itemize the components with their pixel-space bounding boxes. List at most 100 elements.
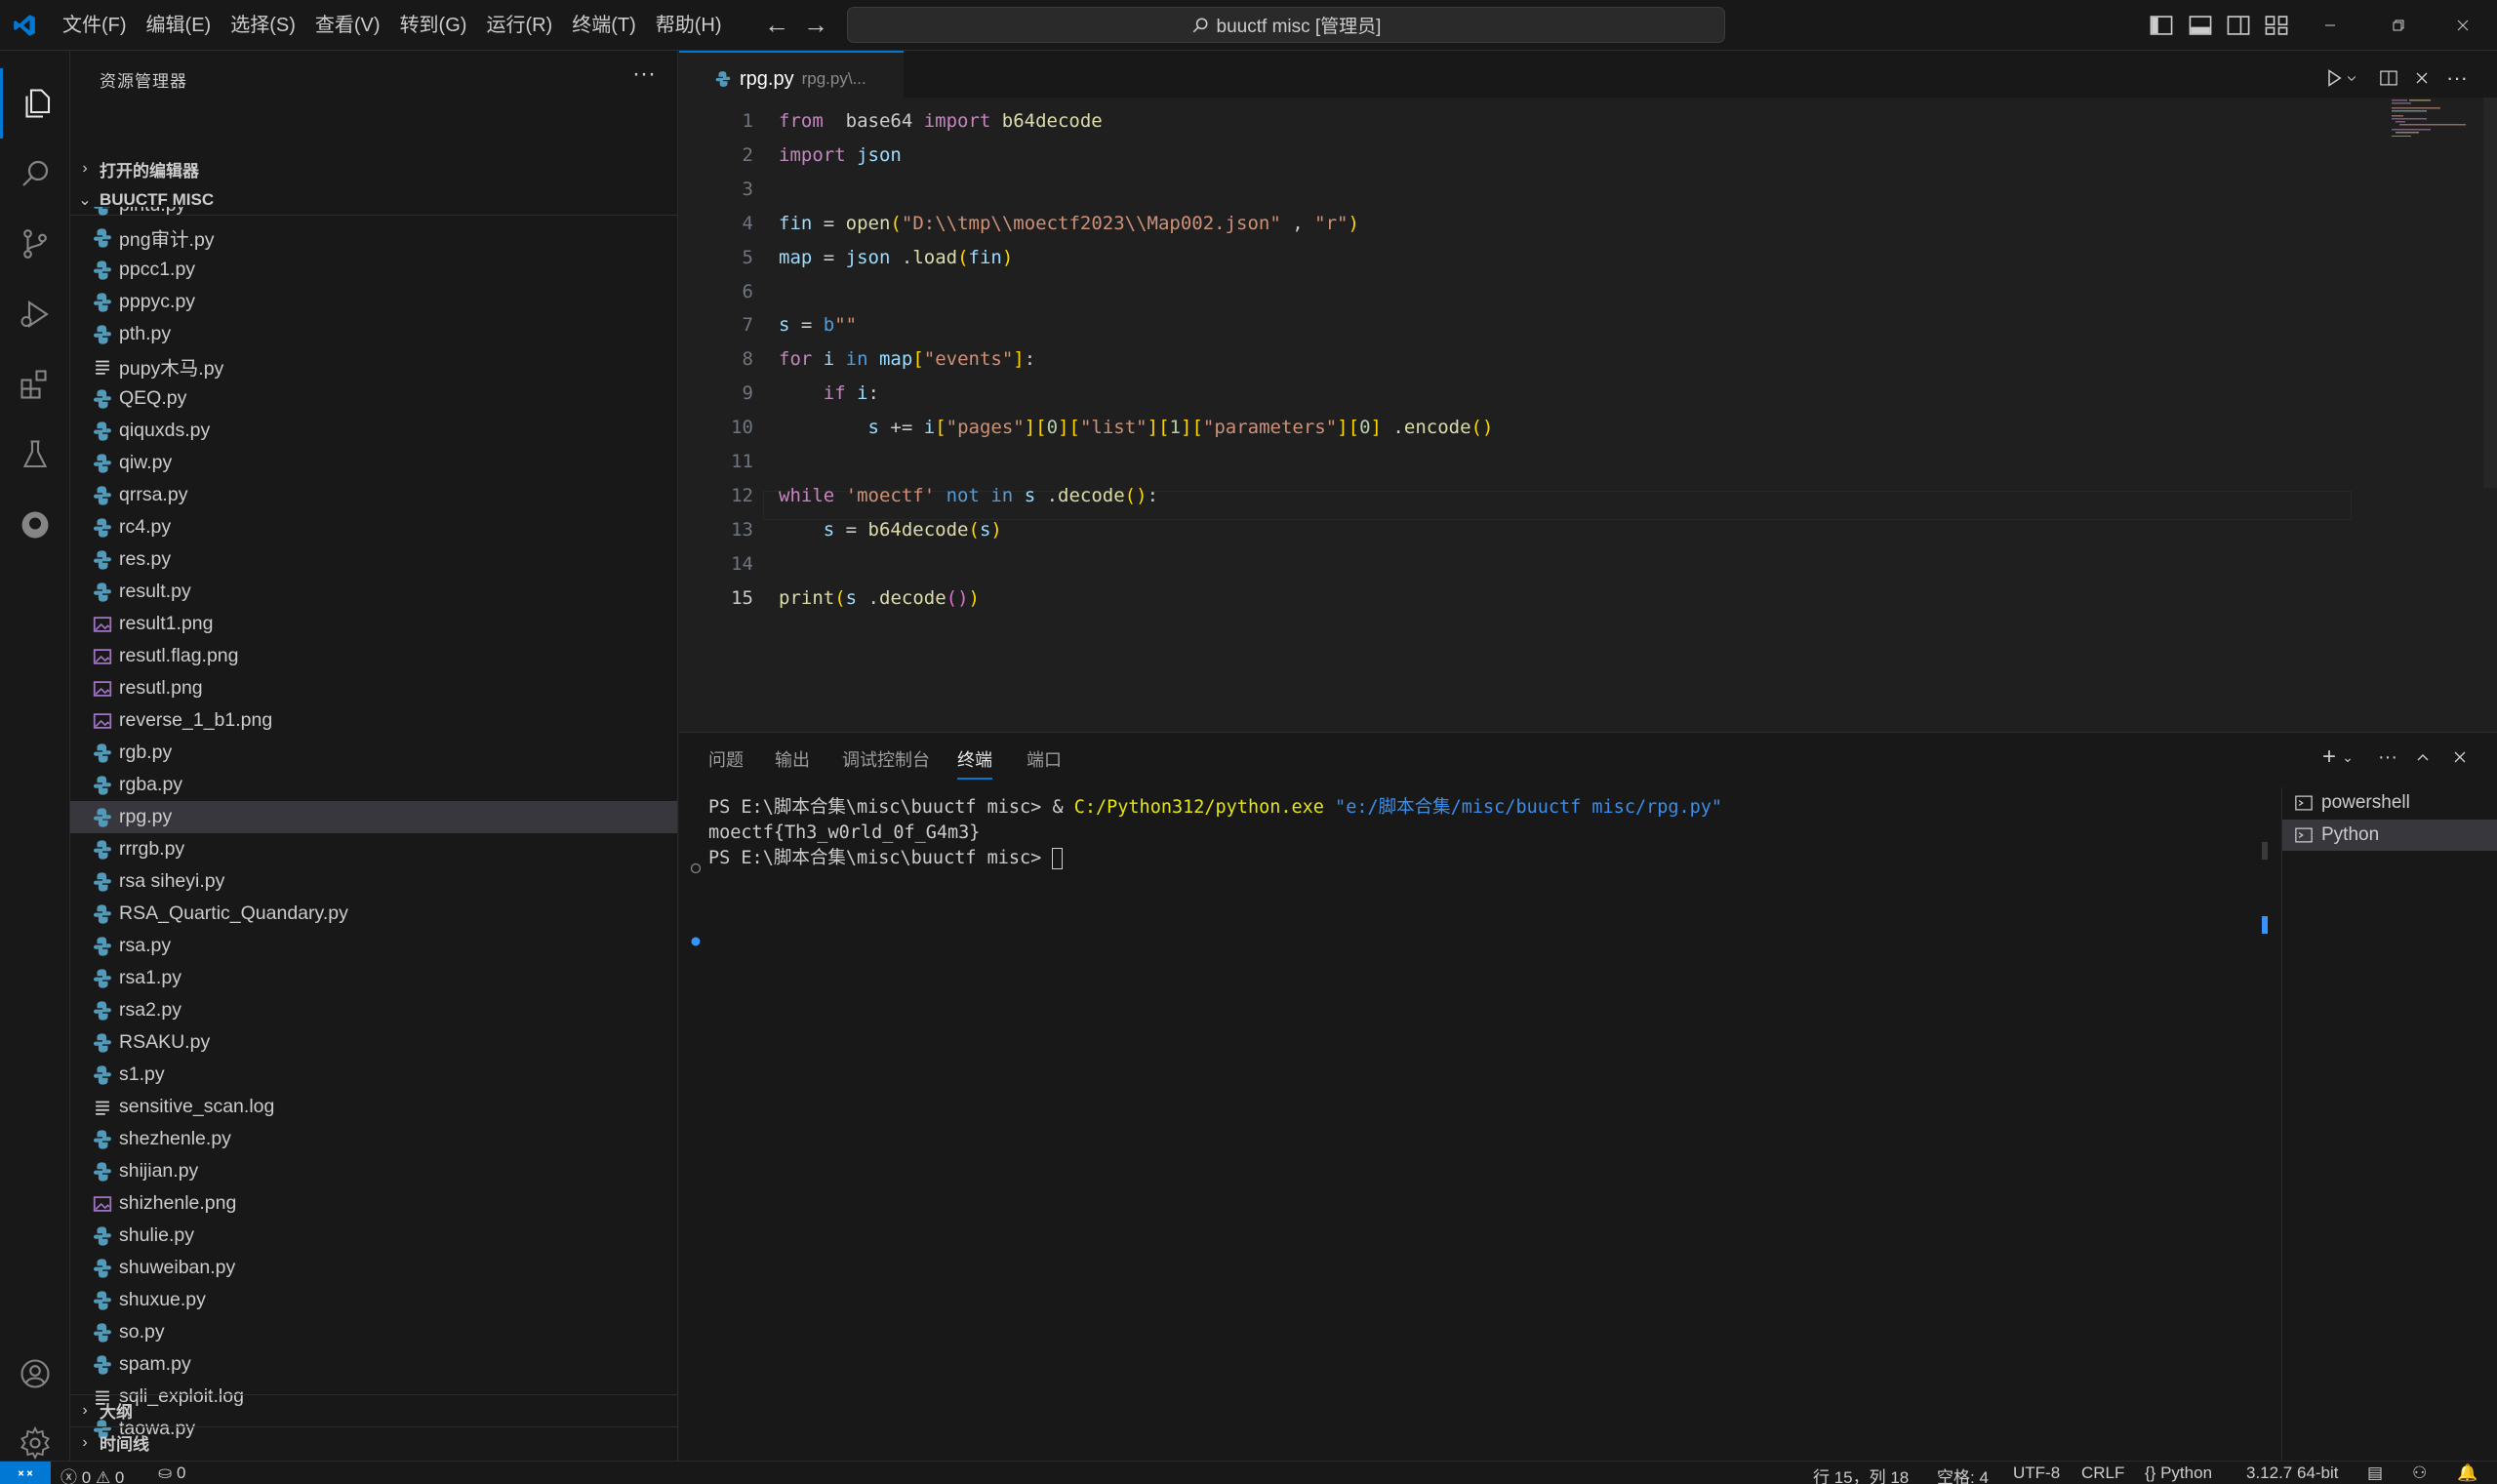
menu-view[interactable]: 查看(V) [305, 8, 390, 43]
close-window-button[interactable] [2429, 0, 2497, 51]
file-item[interactable]: rsa siheyi.py [70, 865, 677, 898]
command-center-search[interactable]: buuctf misc [管理员] [847, 7, 1725, 43]
terminal-python[interactable]: Python [2282, 820, 2497, 851]
file-item[interactable]: result1.png [70, 608, 677, 640]
search-button[interactable] [0, 139, 70, 209]
tab-problems[interactable]: 问题 [708, 746, 744, 780]
file-item[interactable]: shuxue.py [70, 1284, 677, 1316]
file-item[interactable]: ppcc1.py [70, 254, 677, 286]
back-arrow-icon[interactable]: ← [763, 12, 790, 39]
terminal-profile-chevron-icon[interactable]: ⌄ [2340, 742, 2356, 772]
file-item[interactable]: RSA_Quartic_Quandary.py [70, 898, 677, 930]
problems-indicator[interactable]: ⓧ 0 ⚠ 0 [60, 1464, 124, 1484]
menu-help[interactable]: 帮助(H) [646, 8, 732, 43]
run-dropdown-chevron-icon[interactable] [2344, 64, 2359, 92]
panel-more-actions-icon[interactable]: ··· [2373, 742, 2402, 772]
run-debug-button[interactable] [0, 279, 70, 349]
copilot-icon[interactable]: ⚇ [2412, 1464, 2427, 1483]
cursor-position[interactable]: 行 15，列 18 [1813, 1464, 1909, 1484]
menu-selection[interactable]: 选择(S) [221, 8, 305, 43]
file-item[interactable]: qrrsa.py [70, 479, 677, 511]
file-item[interactable]: shuweiban.py [70, 1252, 677, 1284]
menu-file[interactable]: 文件(F) [53, 8, 137, 43]
file-item[interactable]: s1.py [70, 1059, 677, 1091]
file-item[interactable]: result.py [70, 576, 677, 608]
file-item[interactable]: rrrgb.py [70, 833, 677, 865]
toggle-secondary-sidebar-icon[interactable] [2226, 13, 2251, 38]
file-item[interactable]: png审计.py [70, 221, 677, 254]
command-decoration-active-icon[interactable] [689, 935, 703, 948]
file-item[interactable]: shulie.py [70, 1220, 677, 1252]
testing-button[interactable] [0, 420, 70, 490]
file-icon[interactable]: ▤ [2367, 1464, 2383, 1483]
menu-go[interactable]: 转到(G) [390, 8, 477, 43]
menu-run[interactable]: 运行(R) [476, 8, 562, 43]
file-item[interactable]: rc4.py [70, 511, 677, 543]
file-item[interactable]: pintu.py [70, 207, 677, 221]
customize-layout-icon[interactable] [2264, 13, 2289, 38]
source-control-button[interactable] [0, 209, 70, 279]
terminal-output[interactable]: PS E:\脚本合集\misc\buuctf misc> & C:/Python… [708, 795, 1722, 871]
file-item[interactable]: spam.py [70, 1348, 677, 1381]
command-decoration-icon[interactable] [689, 862, 703, 875]
file-item[interactable]: res.py [70, 543, 677, 576]
file-item[interactable]: shijian.py [70, 1155, 677, 1187]
open-editors-section[interactable]: › 打开的编辑器 [70, 153, 677, 184]
terminal-powershell[interactable]: powershell [2282, 787, 2497, 819]
file-item[interactable]: pppyc.py [70, 286, 677, 318]
split-editor-icon[interactable] [2375, 64, 2402, 92]
file-item[interactable]: rgb.py [70, 737, 677, 769]
close-panel-icon[interactable] [2445, 742, 2475, 772]
remote-explorer-button[interactable] [0, 490, 70, 560]
file-item[interactable]: pupy木马.py [70, 350, 677, 382]
file-item[interactable]: RSAKU.py [70, 1026, 677, 1059]
file-item[interactable]: rsa.py [70, 930, 677, 962]
tab-ports[interactable]: 端口 [1027, 746, 1062, 780]
language-mode[interactable]: {} Python [2145, 1464, 2212, 1483]
maximize-panel-icon[interactable] [2408, 742, 2437, 772]
file-item[interactable]: so.py [70, 1316, 677, 1348]
file-item[interactable]: rsa2.py [70, 994, 677, 1026]
menu-edit[interactable]: 编辑(E) [137, 8, 222, 43]
forward-arrow-icon[interactable]: → [802, 12, 829, 39]
extensions-button[interactable] [0, 349, 70, 420]
terminal-scrollbar[interactable] [2262, 842, 2268, 860]
explorer-button[interactable] [0, 68, 70, 139]
file-item[interactable]: rgba.py [70, 769, 677, 801]
file-item[interactable]: shezhenle.py [70, 1123, 677, 1155]
close-editor-icon[interactable] [2408, 64, 2436, 92]
python-interpreter[interactable]: 3.12.7 64-bit [2246, 1464, 2339, 1483]
remote-indicator[interactable] [0, 1462, 51, 1484]
notifications-bell-icon[interactable]: 🔔 [2457, 1464, 2477, 1483]
file-item[interactable]: qiquxds.py [70, 415, 677, 447]
more-actions-icon[interactable]: ··· [632, 60, 656, 88]
code-editor[interactable]: 1 from base64 import b64decode 2 import jso… [679, 98, 2497, 732]
tab-terminal[interactable]: 终端 [957, 746, 992, 780]
minimize-button[interactable] [2296, 0, 2364, 51]
file-item[interactable]: pth.py [70, 318, 677, 350]
editor-more-actions-icon[interactable]: ··· [2443, 64, 2471, 92]
file-item[interactable]: QEQ.py [70, 382, 677, 415]
file-item[interactable]: shizhenle.png [70, 1187, 677, 1220]
encoding[interactable]: UTF-8 [2013, 1464, 2060, 1483]
menu-terminal[interactable]: 终端(T) [562, 8, 646, 43]
editor-scrollbar[interactable] [2483, 98, 2497, 488]
timeline-section[interactable]: › 时间线 [70, 1426, 677, 1458]
file-item[interactable]: resutl.flag.png [70, 640, 677, 672]
file-item[interactable]: sensitive_scan.log [70, 1091, 677, 1123]
tab-output[interactable]: 输出 [775, 746, 810, 780]
restore-button[interactable] [2364, 0, 2433, 51]
outline-section[interactable]: › 大纲 [70, 1394, 677, 1425]
file-item[interactable]: reverse_1_b1.png [70, 704, 677, 737]
tab-debug-console[interactable]: 调试控制台 [842, 746, 930, 780]
file-item[interactable]: qiw.py [70, 447, 677, 479]
minimap[interactable] [2392, 98, 2470, 137]
ports-indicator[interactable]: ⛀ 0 [158, 1464, 185, 1483]
line-endings[interactable]: CRLF [2081, 1464, 2124, 1483]
file-item[interactable]: resutl.png [70, 672, 677, 704]
toggle-panel-icon[interactable] [2188, 13, 2213, 38]
file-item[interactable]: rpg.py [70, 801, 677, 833]
file-item[interactable]: rsa1.py [70, 962, 677, 994]
accounts-button[interactable] [0, 1339, 70, 1409]
toggle-primary-sidebar-icon[interactable] [2149, 13, 2174, 38]
